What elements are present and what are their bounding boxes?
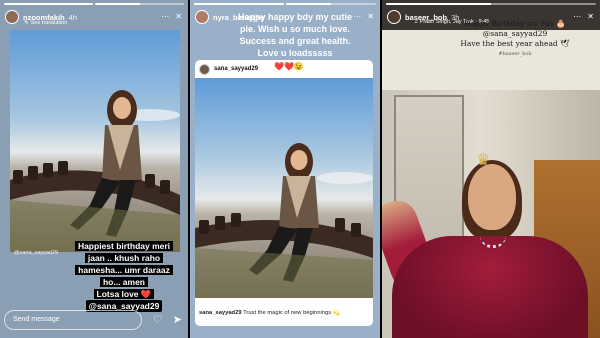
- script-mention[interactable]: @sana_sayyad29: [440, 29, 590, 39]
- hearts-sticker: ❤️❤️😉: [274, 62, 304, 71]
- heart-icon[interactable]: ♡: [153, 313, 163, 326]
- photo-illustration: [195, 143, 373, 298]
- caption-line: jaan .. khush raho: [84, 253, 164, 263]
- story-caption: Happiest birthday meri jaan .. khush rah…: [72, 240, 176, 312]
- post-time: 4h: [68, 12, 78, 22]
- story-text: Happy happy bdy my cutie pie. Wish u so …: [237, 12, 353, 58]
- more-options-icon[interactable]: ⋯: [161, 13, 169, 21]
- shared-post-card[interactable]: sana_sayyad29 sana_sayyad29 Trust the ma…: [195, 60, 373, 326]
- caption-line: Happiest birthday meri: [74, 241, 174, 251]
- shared-post-caption: sana_sayyad29 Trust the magic of new beg…: [199, 310, 353, 316]
- caption-line: hamesha... umr daraaz: [75, 265, 173, 275]
- caption-username[interactable]: sana_sayyad29: [199, 310, 242, 316]
- send-message-input[interactable]: Send message: [4, 310, 142, 330]
- script-tag: #baseer_bob: [498, 51, 532, 57]
- story-actions: ♡ ➤: [153, 313, 182, 326]
- caption-text: Trust the magic of new beginnings 💫: [243, 310, 340, 316]
- story-panel-1[interactable]: nzoomfakih 4h ⋯ ✕ ✎ See translation @san…: [0, 0, 188, 338]
- caption-line: Lotsa love ❤️: [93, 289, 155, 299]
- story-photo: [10, 30, 180, 252]
- story-text: Happy Birthday my Fav 🎂 @sana_sayyad29 H…: [440, 19, 590, 59]
- shared-post-username[interactable]: sana_sayyad29: [214, 66, 258, 72]
- progress-segment: [286, 3, 376, 5]
- story-progress-bars: [194, 3, 376, 5]
- story-progress-bars: [386, 3, 596, 5]
- shared-post-photo: [195, 78, 373, 298]
- story-panel-2[interactable]: nyra_banerjee ⋯ ✕ Happy happy bdy my cut…: [190, 0, 380, 338]
- woman-face: [468, 164, 516, 230]
- story-panel-3[interactable]: ♛ baseer_bob 3h ⋯ ✕ ♫ Prabh Singh, Jay T…: [382, 0, 600, 338]
- script-line: Happy Birthday my Fav 🎂: [464, 19, 566, 28]
- send-icon[interactable]: ➤: [173, 313, 182, 326]
- progress-segment: [4, 3, 93, 5]
- woman-dress: [392, 236, 588, 338]
- translate-label: See translation: [30, 20, 68, 26]
- avatar[interactable]: [387, 10, 401, 24]
- crown-icon: ♛: [476, 152, 491, 169]
- see-translation-link[interactable]: ✎ See translation: [24, 20, 67, 26]
- close-icon[interactable]: ✕: [175, 13, 182, 21]
- avatar[interactable]: [5, 10, 19, 24]
- caption-line: ho... amen: [99, 277, 149, 287]
- story-progress-bars: [4, 3, 184, 5]
- progress-segment: [95, 3, 184, 5]
- progress-segment: [194, 3, 284, 5]
- avatar[interactable]: [199, 63, 210, 75]
- script-line: Have the best year ahead 🕊: [460, 39, 570, 48]
- photo-credit-mention[interactable]: @sana_sayyad29: [14, 250, 58, 256]
- progress-segment: [386, 3, 596, 5]
- translate-icon: ✎: [24, 20, 29, 26]
- photo-illustration: [10, 90, 180, 252]
